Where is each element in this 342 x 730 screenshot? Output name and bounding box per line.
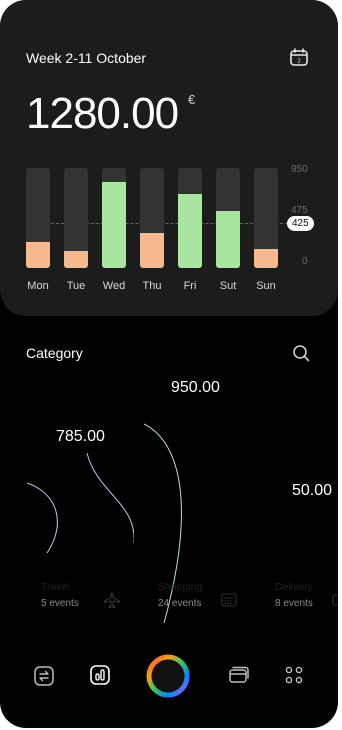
y-tick-mid: 475	[291, 205, 308, 216]
cards-icon[interactable]	[227, 663, 251, 687]
svg-text:2: 2	[297, 59, 301, 65]
bar-cap-fri	[178, 194, 202, 196]
category-events: 5 events	[41, 598, 79, 609]
bar-cap-sut	[216, 211, 240, 213]
calendar-icon[interactable]: 2	[289, 47, 309, 67]
category-events: 24 events	[158, 598, 202, 609]
category-name: Delivery	[275, 581, 313, 593]
bar-cap-mon	[26, 242, 50, 244]
bar-mon[interactable]	[26, 243, 50, 268]
bar-cap-sun	[254, 249, 278, 251]
category-title: Category	[26, 345, 83, 361]
total-amount: 1280.00	[26, 89, 179, 138]
week-label: Week 2-11 October	[26, 50, 147, 66]
day-label-wed: Wed	[102, 280, 126, 292]
y-tick-zero: 0	[302, 256, 308, 267]
category-card-travel[interactable]: Travel 5 events	[27, 453, 134, 623]
category-events: 8 events	[275, 598, 313, 609]
category-card-shopping[interactable]: Shopping 24 events	[144, 404, 251, 623]
day-label-tue: Tue	[66, 280, 86, 292]
day-label-sut: Sut	[219, 280, 237, 292]
bar-cap-wed	[102, 182, 126, 184]
category-name: Shopping	[158, 581, 203, 593]
airplane-icon	[103, 591, 121, 609]
category-card-delivery[interactable]: Delivery 8 events	[261, 507, 338, 623]
currency-symbol: €	[188, 92, 196, 107]
bar-cap-tue	[64, 251, 88, 253]
day-label-mon: Mon	[27, 280, 49, 292]
average-badge: 425	[287, 216, 314, 231]
cash-register-icon	[221, 593, 237, 607]
search-icon[interactable]	[292, 344, 310, 362]
bar-tue[interactable]	[64, 252, 88, 268]
grid-icon[interactable]	[282, 663, 306, 687]
day-label-sun: Sun	[256, 280, 276, 292]
bar-sut[interactable]	[216, 212, 240, 268]
weekly-summary-card: Week 2-11 October 2 1280.00 € 950 475 0 …	[0, 0, 338, 316]
delivery-amount: 50.00	[292, 482, 333, 499]
bar-cap-thu	[140, 233, 164, 235]
shopping-amount: 950.00	[171, 379, 220, 396]
travel-amount: 785.00	[56, 428, 105, 445]
category-name: Travel	[41, 581, 70, 593]
ring-icon[interactable]	[144, 652, 192, 700]
weekly-bar-chart: 950 475 0 425 Mon Tue Wed Thu Fri Sut Sun	[0, 160, 338, 300]
y-tick-top: 950	[291, 164, 308, 175]
bar-wed[interactable]	[102, 183, 126, 268]
transfer-icon[interactable]	[32, 664, 56, 688]
bar-thu[interactable]	[140, 234, 164, 268]
phone-frame: Week 2-11 October 2 1280.00 € 950 475 0 …	[0, 0, 338, 728]
analytics-icon[interactable]	[88, 663, 112, 687]
day-label-thu: Thu	[142, 280, 162, 292]
bar-fri[interactable]	[178, 195, 202, 268]
delivery-icon	[332, 594, 338, 606]
bar-sun[interactable]	[254, 250, 278, 268]
day-label-fri: Fri	[183, 280, 197, 292]
